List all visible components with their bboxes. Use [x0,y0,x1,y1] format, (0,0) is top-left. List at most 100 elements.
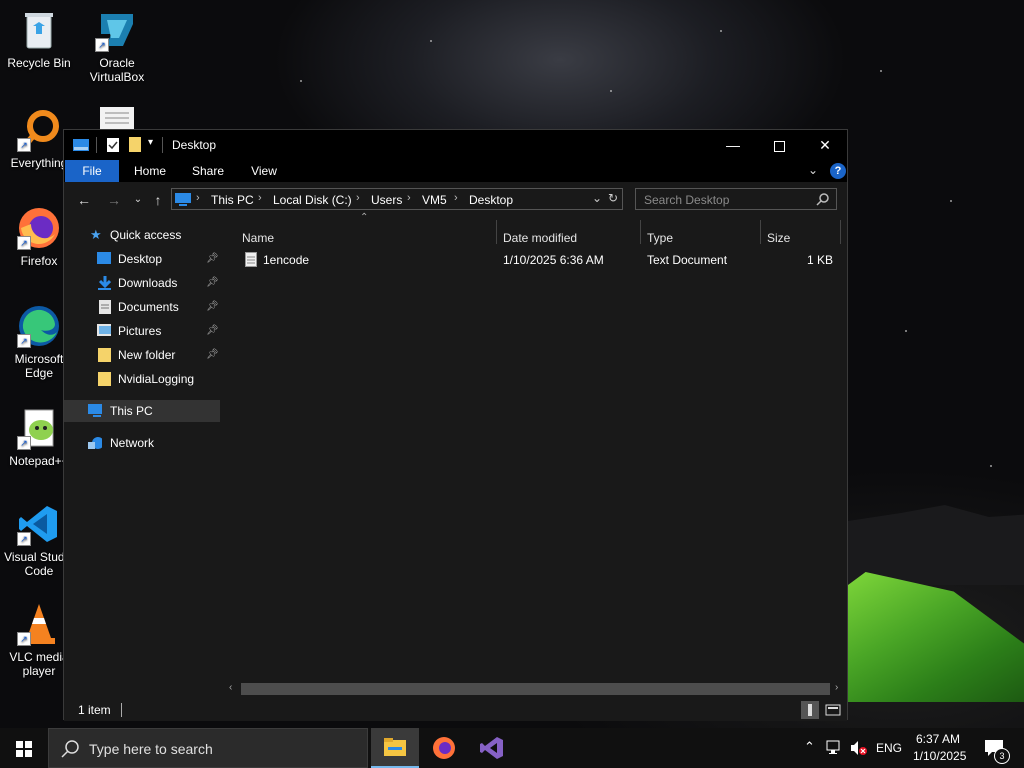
refresh-icon[interactable]: ↻ [608,191,618,205]
title-bar[interactable]: ▾ Desktop — ✕ [64,130,847,160]
nav-item-desktop[interactable]: Desktop 📌︎ [64,248,220,270]
pictures-icon [97,324,111,336]
pin-icon: 📌︎ [206,325,219,336]
search-placeholder: Search Desktop [644,193,730,207]
nav-item-new-folder[interactable]: New folder 📌︎ [64,344,220,366]
file-list: ⌃ Name Date modified Type Size 1encode 1… [222,212,847,688]
folder-icon [98,348,111,362]
notepad-plus-icon: ↗ [17,406,61,450]
breadcrumb-separator-icon: › [454,192,458,204]
maximize-button[interactable] [756,130,802,160]
taskbar-search-placeholder: Type here to search [89,741,213,757]
divider [162,137,163,153]
nav-item-nvidialogging[interactable]: NvidiaLogging [64,368,220,390]
pin-icon: 📌︎ [206,301,219,312]
horizontal-scrollbar[interactable]: ‹ › [225,681,847,697]
desktop-icon-recycle-bin[interactable]: Recycle Bin [0,8,78,70]
nav-this-pc[interactable]: This PC [64,400,220,422]
column-separator[interactable] [840,220,841,244]
breadcrumb-vm5[interactable]: VM5 [422,193,447,207]
text-document-icon [245,252,257,267]
large-icons-view-button[interactable] [824,701,842,719]
minimize-button[interactable]: — [710,130,756,160]
shortcut-arrow-icon: ↗ [17,632,31,646]
expand-ribbon-chevron-icon[interactable]: ⌄ [808,163,818,177]
up-button[interactable]: ↑ [148,190,168,210]
divider [96,137,97,153]
breadcrumb-users[interactable]: Users [371,193,402,207]
help-icon[interactable]: ? [830,163,846,179]
tab-home[interactable]: Home [126,160,174,182]
file-size: 1 KB [806,253,833,267]
edge-icon: ↗ [17,304,61,348]
divider [121,703,122,717]
show-hidden-icons-chevron-icon[interactable]: ⌃ [804,739,815,755]
hills [848,505,1024,585]
nav-item-documents[interactable]: Documents 📌︎ [64,296,220,318]
notification-count-badge: 3 [994,748,1010,764]
nav-network[interactable]: Network [64,432,220,454]
breadcrumb-separator-icon: › [258,192,262,204]
documents-icon [99,300,111,314]
clock-date[interactable]: 1/10/2025 [913,749,966,763]
forward-arrow-icon: → [107,192,121,208]
column-header-type[interactable]: Type [647,226,673,250]
scroll-right-icon[interactable]: › [835,682,838,693]
shortcut-arrow-icon: ↗ [17,236,31,250]
search-box[interactable]: Search Desktop [635,188,837,210]
start-button[interactable] [0,728,48,768]
file-explorer-icon [384,738,406,756]
taskbar-file-explorer[interactable] [371,728,419,768]
shortcut-arrow-icon: ↗ [17,532,31,546]
address-dropdown-chevron-icon[interactable]: ⌄ [592,191,602,205]
notification-center-button[interactable]: 3 [976,728,1016,768]
column-separator[interactable] [640,220,641,244]
forward-button[interactable]: → [104,190,124,210]
column-header-size[interactable]: Size [767,226,790,250]
vscode-icon: ↗ [17,502,61,546]
taskbar-firefox[interactable] [420,728,468,768]
scrollbar-thumb[interactable] [241,683,830,695]
vlc-cone-icon: ↗ [17,602,61,646]
scroll-left-icon[interactable]: ‹ [229,682,232,693]
back-arrow-icon: ← [77,192,91,208]
tab-file[interactable]: File [65,160,119,182]
breadcrumb-separator-icon: › [196,192,200,204]
properties-checkbox-icon[interactable] [106,137,120,153]
column-separator[interactable] [496,220,497,244]
address-bar[interactable]: › This PC › Local Disk (C:) › Users › VM… [171,188,623,210]
volume-muted-icon[interactable] [850,740,868,756]
text-file-icon [105,112,129,124]
tab-share[interactable]: Share [184,160,232,182]
customize-quick-access-chevron-icon[interactable]: ▾ [148,137,153,148]
details-view-button[interactable] [801,701,819,719]
chevron-down-icon: ⌄ [133,194,143,205]
clock-time[interactable]: 6:37 AM [916,732,960,746]
desktop-icon-virtualbox[interactable]: ↗ Oracle VirtualBox [78,8,156,84]
maximize-icon [773,140,785,152]
status-bar: 1 item [64,699,847,721]
column-header-date-modified[interactable]: Date modified [503,226,577,250]
new-folder-icon[interactable] [128,136,142,153]
this-pc-icon [88,404,102,417]
tab-view[interactable]: View [242,160,286,182]
taskbar-search-box[interactable]: Type here to search [48,728,368,768]
taskbar-visual-studio[interactable] [468,728,516,768]
breadcrumb-this-pc[interactable]: This PC [211,193,254,207]
network-status-icon[interactable] [826,740,844,756]
desktop-icon-text-file[interactable] [100,107,134,129]
breadcrumb-local-disk[interactable]: Local Disk (C:) [273,193,352,207]
nav-quick-access[interactable]: ★ Quick access [64,224,220,246]
column-separator[interactable] [760,220,761,244]
nav-item-pictures[interactable]: Pictures 📌︎ [64,320,220,342]
breadcrumb-desktop[interactable]: Desktop [469,193,513,207]
file-row[interactable]: 1encode 1/10/2025 6:36 AM Text Document … [222,248,847,272]
nav-item-downloads[interactable]: Downloads 📌︎ [64,272,220,294]
windows-logo-icon [16,741,32,757]
column-header-name[interactable]: Name [242,226,274,250]
language-indicator[interactable]: ENG [876,741,902,755]
recent-locations-button[interactable]: ⌄ [128,190,148,210]
shortcut-arrow-icon: ↗ [17,334,31,348]
back-button[interactable]: ← [74,190,94,210]
close-button[interactable]: ✕ [802,130,848,160]
